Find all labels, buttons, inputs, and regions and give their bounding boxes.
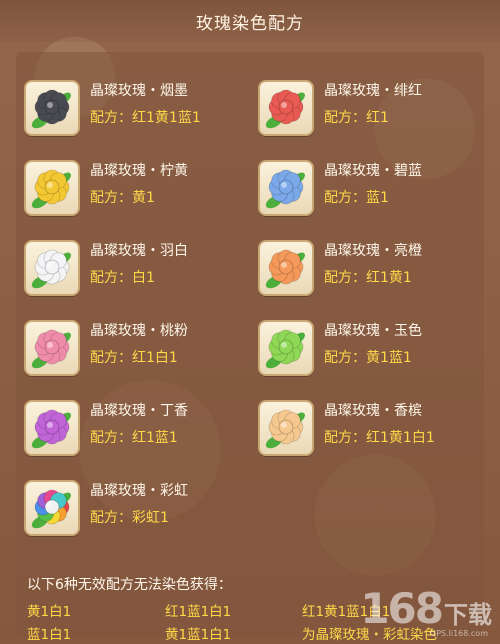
rose-recipe-card[interactable]: 晶璨玫瑰・彩虹 配方：彩虹1	[24, 480, 188, 536]
rose-recipe-card[interactable]: 晶璨玫瑰・桃粉 配方：红1白1	[24, 320, 188, 376]
rose-recipe: 配方：黄1蓝1	[324, 350, 412, 366]
page-title: 玫瑰染色配方	[0, 0, 500, 42]
rose-recipe: 配方：白1	[90, 270, 155, 286]
rose-icon	[258, 240, 314, 296]
rose-icon	[24, 160, 80, 216]
rose-recipe-card[interactable]: 晶璨玫瑰・绯红 配方：红1	[258, 80, 422, 136]
invalid-recipe-item: 黄1蓝1白1	[165, 627, 232, 643]
rose-icon	[24, 80, 80, 136]
rose-name: 晶璨玫瑰・碧蓝	[324, 163, 422, 179]
rose-recipe-card[interactable]: 晶璨玫瑰・烟墨 配方：红1黄1蓝1	[24, 80, 201, 136]
invalid-recipe-item: 黄1白1	[27, 604, 72, 620]
rose-name: 晶璨玫瑰・丁香	[90, 403, 188, 419]
rose-recipe: 配方：红1白1	[90, 350, 178, 366]
invalid-recipes-title: 以下6种无效配方无法染色获得：	[27, 577, 232, 593]
rose-recipe: 配方：红1蓝1	[90, 430, 178, 446]
rose-icon	[24, 240, 80, 296]
rose-icon	[258, 80, 314, 136]
rose-name: 晶璨玫瑰・玉色	[324, 323, 422, 339]
rose-name: 晶璨玫瑰・绯红	[324, 83, 422, 99]
rose-recipe: 配方：红1黄1蓝1	[90, 110, 201, 126]
rose-icon	[258, 160, 314, 216]
rose-name: 晶璨玫瑰・香槟	[324, 403, 422, 419]
rose-recipe-card[interactable]: 晶璨玫瑰・玉色 配方：黄1蓝1	[258, 320, 422, 376]
watermark-logo: 168 下载	[360, 588, 492, 630]
rose-name: 晶璨玫瑰・烟墨	[90, 83, 188, 99]
rose-recipe-card[interactable]: 晶璨玫瑰・羽白 配方：白1	[24, 240, 188, 296]
rose-recipe-card[interactable]: 晶璨玫瑰・碧蓝 配方：蓝1	[258, 160, 422, 216]
rose-recipe-card[interactable]: 晶璨玫瑰・亮橙 配方：红1黄1	[258, 240, 422, 296]
rose-recipe: 配方：彩虹1	[90, 510, 169, 526]
invalid-recipe-item: 蓝1白1	[27, 627, 72, 643]
rose-name: 晶璨玫瑰・彩虹	[90, 483, 188, 499]
rose-icon	[24, 320, 80, 376]
rose-recipe: 配方：红1黄1	[324, 270, 412, 286]
rose-name: 晶璨玫瑰・亮橙	[324, 243, 422, 259]
rose-recipe: 配方：黄1	[90, 190, 155, 206]
rose-recipe-card[interactable]: 晶璨玫瑰・香槟 配方：红1黄1白1	[258, 400, 435, 456]
rose-icon	[258, 400, 314, 456]
rose-recipe: 配方：蓝1	[324, 190, 389, 206]
rose-recipe-card[interactable]: 晶璨玫瑰・丁香 配方：红1蓝1	[24, 400, 188, 456]
watermark-url: GPS.li168.com	[430, 629, 488, 638]
rose-name: 晶璨玫瑰・羽白	[90, 243, 188, 259]
rose-icon	[24, 400, 80, 456]
invalid-recipe-item: 红1蓝1白1	[165, 604, 232, 620]
watermark-number: 168	[360, 584, 444, 633]
rose-name: 晶璨玫瑰・桃粉	[90, 323, 188, 339]
watermark-text: 下载	[444, 601, 492, 629]
rose-recipe: 配方：红1黄1白1	[324, 430, 435, 446]
rose-recipe-card[interactable]: 晶璨玫瑰・柠黄 配方：黄1	[24, 160, 188, 216]
rose-icon	[258, 320, 314, 376]
rose-recipe: 配方：红1	[324, 110, 389, 126]
rose-icon	[24, 480, 80, 536]
rose-name: 晶璨玫瑰・柠黄	[90, 163, 188, 179]
